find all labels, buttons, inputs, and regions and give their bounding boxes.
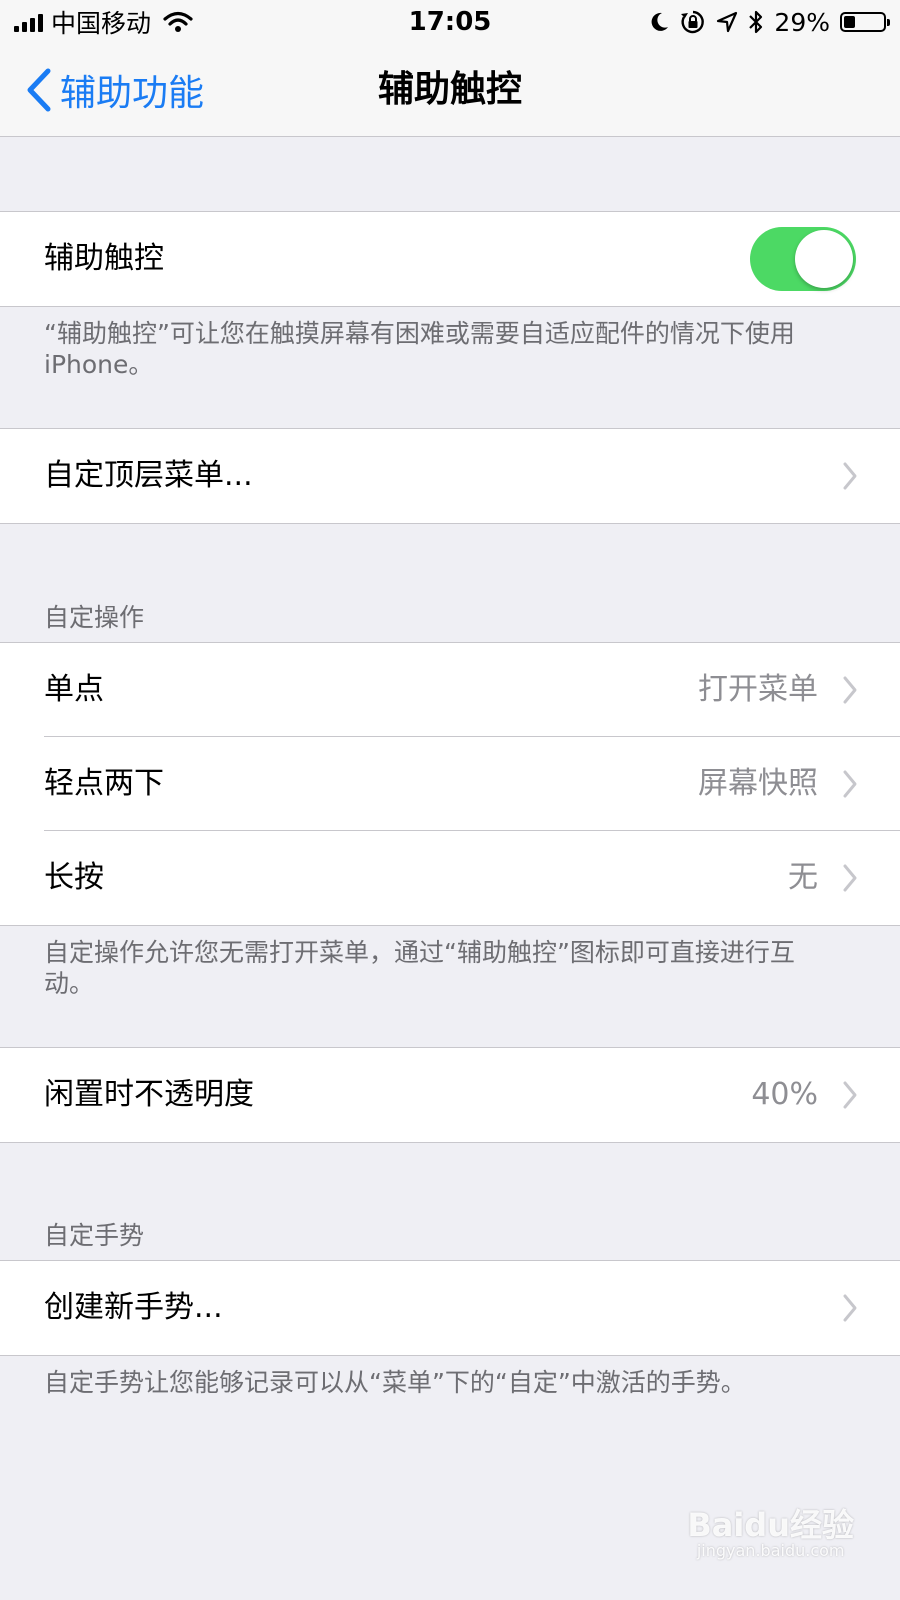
moon-icon <box>652 12 669 31</box>
single-tap-label: 单点 <box>44 672 104 707</box>
double-tap-value: 屏幕快照 <box>698 766 818 801</box>
idle-opacity-label: 闲置时不透明度 <box>44 1077 254 1112</box>
create-gesture-row[interactable]: 创建新手势... <box>0 1261 900 1355</box>
rotation-lock-icon <box>681 10 705 34</box>
custom-gestures-header: 自定手势 <box>44 1221 145 1250</box>
battery-icon <box>840 12 890 32</box>
customize-menu-row[interactable]: 自定顶层菜单... <box>0 429 900 523</box>
battery-percent: 29% <box>774 7 830 37</box>
chevron-right-icon <box>843 462 857 490</box>
long-press-row[interactable]: 长按 无 <box>0 831 900 925</box>
navigation-bar: 辅助功能 辅助触控 <box>0 44 900 137</box>
watermark-logo: Baidu经验 <box>687 1506 854 1544</box>
toggle-knob <box>795 230 853 288</box>
custom-actions-header: 自定操作 <box>44 603 145 632</box>
assistive-touch-toggle[interactable] <box>750 227 856 291</box>
assistive-touch-row: 辅助触控 <box>0 212 900 306</box>
customize-menu-label: 自定顶层菜单... <box>44 458 253 493</box>
long-press-value: 无 <box>788 860 818 895</box>
custom-actions-group: 单点 打开菜单 轻点两下 屏幕快照 长按 无 <box>0 642 900 926</box>
chevron-right-icon <box>843 1081 857 1109</box>
double-tap-label: 轻点两下 <box>44 766 164 801</box>
create-gesture-label: 创建新手势... <box>44 1290 223 1325</box>
assistive-touch-group: 辅助触控 <box>0 211 900 307</box>
status-bar-right: 29% <box>650 6 890 38</box>
long-press-label: 长按 <box>44 860 104 895</box>
custom-gestures-footer: 自定手势让您能够记录可以从“菜单”下的“自定”中激活的手势。 <box>44 1368 746 1397</box>
baidu-watermark: Baidu经验 jingyan.baidu.com <box>687 1508 854 1560</box>
single-tap-value: 打开菜单 <box>698 672 818 707</box>
location-arrow-icon <box>717 11 738 33</box>
idle-opacity-row[interactable]: 闲置时不透明度 40% <box>0 1048 900 1142</box>
single-tap-row[interactable]: 单点 打开菜单 <box>0 643 900 737</box>
watermark-url: jingyan.baidu.com <box>696 1541 845 1560</box>
bluetooth-icon <box>749 10 763 34</box>
assistive-touch-label: 辅助触控 <box>44 241 164 276</box>
status-bar: 中国移动 17:05 29% <box>0 0 900 44</box>
assistive-touch-footer: “辅助触控”可让您在触摸屏幕有困难或需要自适应配件的情况下使用 iPhone。 <box>44 319 795 379</box>
idle-opacity-value: 40% <box>751 1077 818 1112</box>
page-title: 辅助触控 <box>377 69 522 110</box>
chevron-right-icon <box>843 676 857 704</box>
chevron-right-icon <box>843 864 857 892</box>
custom-gestures-group: 创建新手势... <box>0 1260 900 1356</box>
customize-menu-group: 自定顶层菜单... <box>0 428 900 524</box>
idle-opacity-group: 闲置时不透明度 40% <box>0 1047 900 1143</box>
double-tap-row[interactable]: 轻点两下 屏幕快照 <box>0 737 900 831</box>
chevron-right-icon <box>843 770 857 798</box>
custom-actions-footer: 自定操作允许您无需打开菜单，通过“辅助触控”图标即可直接进行互动。 <box>44 938 795 998</box>
chevron-right-icon <box>843 1294 857 1322</box>
